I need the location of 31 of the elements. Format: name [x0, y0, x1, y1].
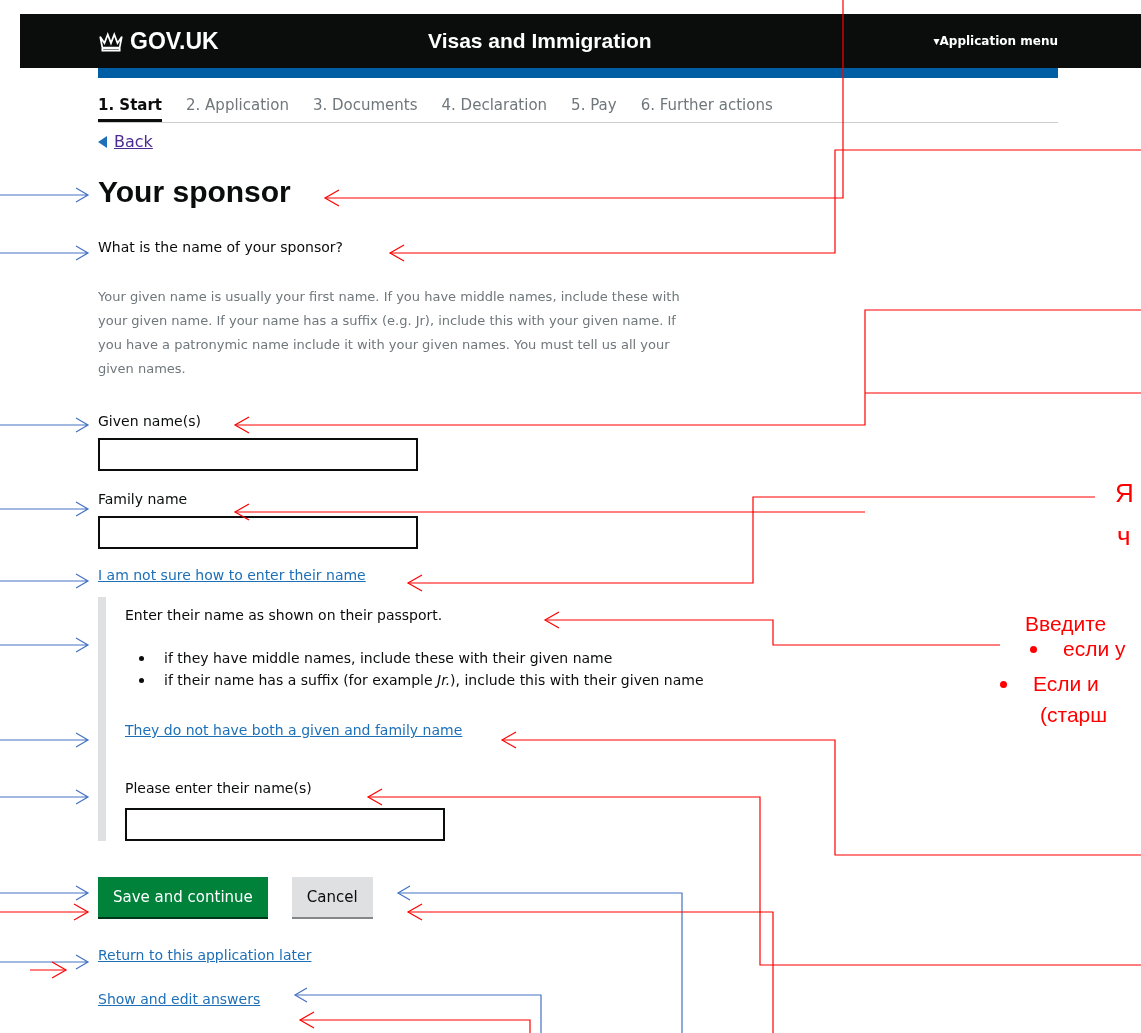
- annotation-text: Если и: [1033, 672, 1099, 696]
- annotation-text: ч: [1117, 521, 1131, 552]
- save-button[interactable]: Save and continue: [98, 877, 268, 917]
- step-tab[interactable]: 5. Pay: [571, 96, 617, 122]
- question-label: What is the name of your sponsor?: [98, 239, 343, 255]
- annotation-text: Я: [1115, 478, 1134, 509]
- application-menu-link[interactable]: ▾Application menu: [933, 34, 1058, 48]
- field-label: Please enter their name(s): [125, 780, 312, 796]
- back-link[interactable]: Back: [114, 132, 153, 151]
- bullet-item: if their name has a suffix (for example Jr.), include this with their given name: [139, 669, 704, 691]
- no-both-names-link[interactable]: They do not have both a given and family name: [125, 722, 463, 738]
- step-tab[interactable]: 6. Further actions: [640, 96, 773, 122]
- annotation-text: если у: [1063, 637, 1126, 661]
- step-tab[interactable]: 3. Documents: [312, 96, 418, 122]
- help-link[interactable]: I am not sure how to enter their name: [98, 567, 366, 583]
- annotation-text: Введите: [1025, 612, 1107, 636]
- field-label: Given name(s): [98, 413, 201, 429]
- annotation-text: (старш: [1040, 703, 1108, 727]
- step-tab[interactable]: 4. Declaration: [441, 96, 548, 122]
- step-tab[interactable]: 2. Application: [186, 96, 289, 122]
- step-tab[interactable]: 1. Start: [98, 96, 163, 122]
- bullet-item: if they have middle names, include these with their given name: [139, 647, 704, 669]
- footer-link[interactable]: Show and edit answers: [98, 991, 261, 1007]
- service-name: Visas and Immigration: [428, 29, 653, 53]
- footer-link[interactable]: Return to this application later: [98, 947, 312, 963]
- cancel-button[interactable]: Cancel: [291, 877, 373, 917]
- field-label: Family name: [98, 491, 188, 507]
- hint-text: Your given name is usually your first name. If you have middle names, include these with your given name. If your name has a suffix (e.g. Jr), include this with your given name. If you have a patronymic name include it with your given names. You must tell us all your given names.: [98, 288, 681, 378]
- page-title: Your sponsor: [98, 175, 291, 209]
- logo-text[interactable]: GOV.UK: [130, 27, 219, 55]
- details-intro: Enter their name as shown on their passport.: [125, 607, 443, 623]
